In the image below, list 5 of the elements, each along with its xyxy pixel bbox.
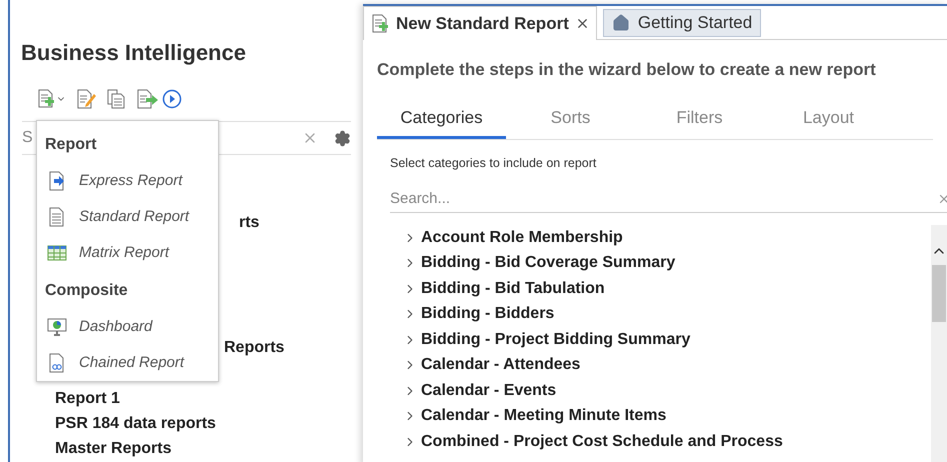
panel-title: Business Intelligence: [20, 39, 247, 67]
wizard-heading: Complete the steps in the wizard below to create a new report: [376, 59, 877, 81]
menu-heading: Report: [45, 135, 98, 155]
menu-heading: Composite: [45, 281, 129, 301]
instruction-text: Select categories to include on report: [389, 155, 598, 172]
